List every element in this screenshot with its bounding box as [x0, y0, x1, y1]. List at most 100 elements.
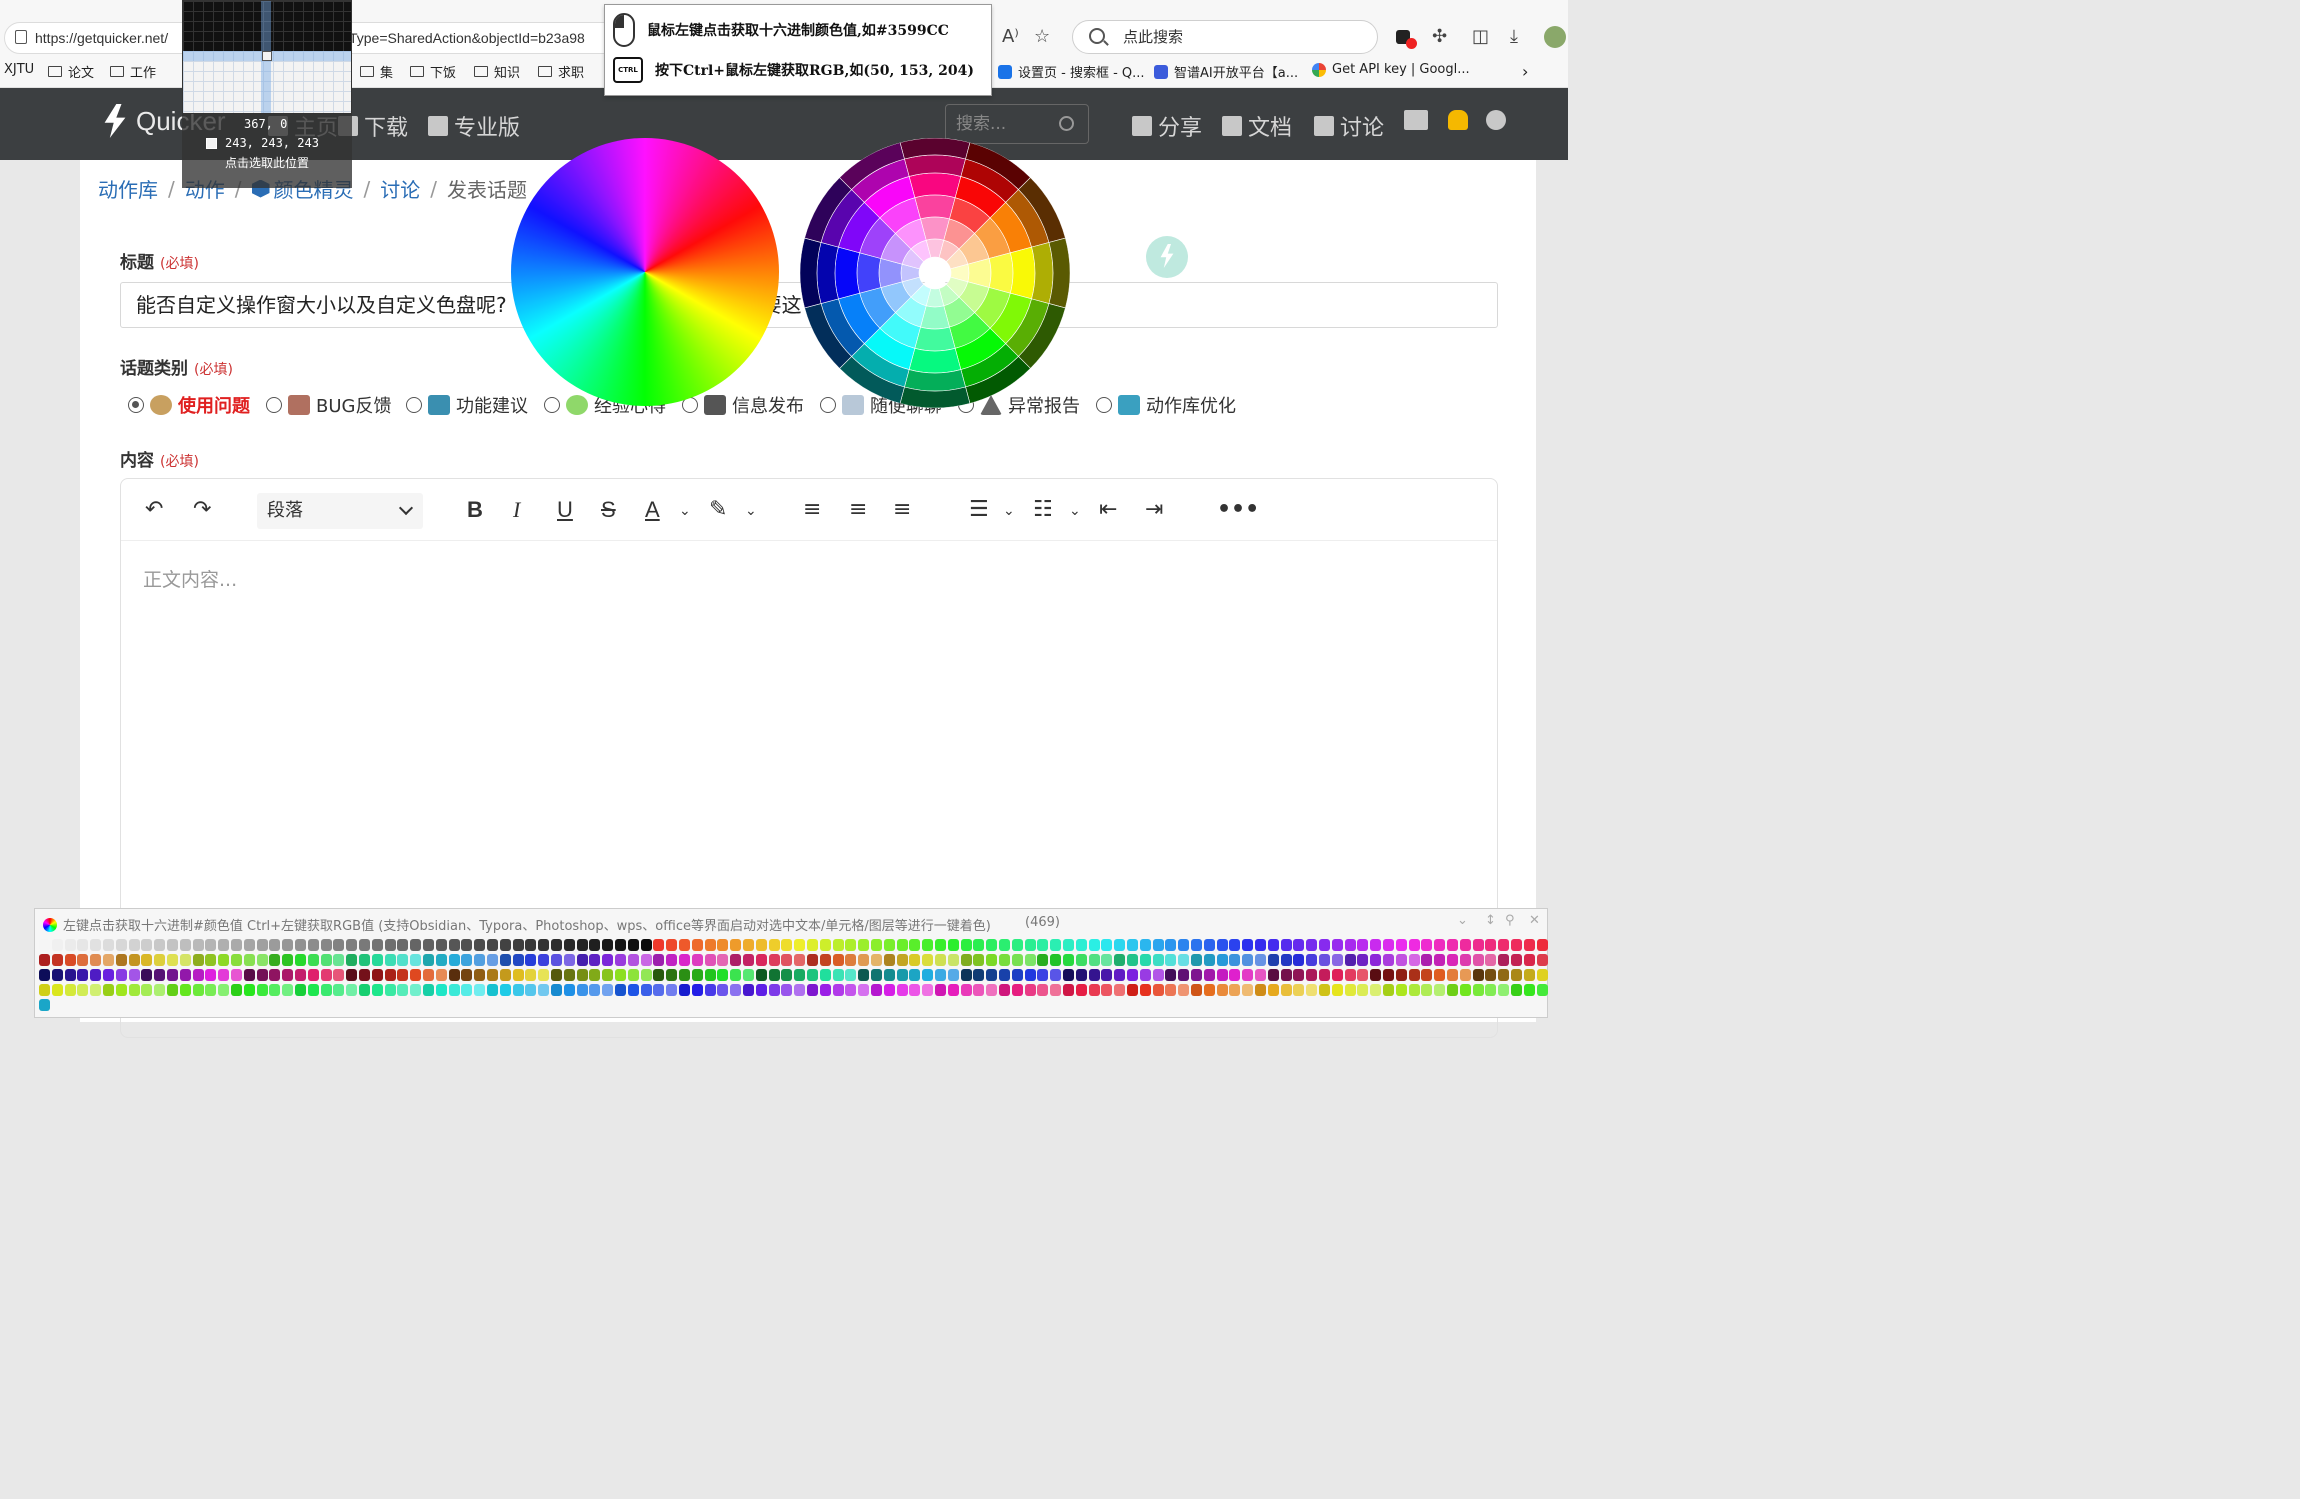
category-usage-question[interactable]: 使用问题: [128, 392, 250, 418]
palette-swatch[interactable]: [1344, 984, 1356, 996]
palette-swatch[interactable]: [269, 954, 281, 966]
palette-swatch[interactable]: [691, 969, 703, 981]
palette-swatch[interactable]: [371, 939, 383, 951]
palette-swatch[interactable]: [1498, 984, 1510, 996]
palette-swatch[interactable]: [90, 954, 102, 966]
palette-swatch[interactable]: [704, 954, 716, 966]
wheel-segment[interactable]: [914, 194, 956, 220]
palette-swatch[interactable]: [1101, 984, 1113, 996]
palette-swatch[interactable]: [346, 939, 358, 951]
palette-swatch[interactable]: [883, 954, 895, 966]
palette-swatch[interactable]: [1139, 954, 1151, 966]
palette-swatch[interactable]: [960, 939, 972, 951]
palette-swatch[interactable]: [154, 984, 166, 996]
palette-swatch[interactable]: [1242, 939, 1254, 951]
palette-swatch[interactable]: [730, 984, 742, 996]
palette-swatch[interactable]: [704, 939, 716, 951]
palette-swatch[interactable]: [1255, 954, 1266, 966]
palette-swatch[interactable]: [39, 984, 50, 996]
palette-swatch[interactable]: [1203, 984, 1215, 996]
bookmark-folder-papers[interactable]: 论文: [48, 62, 94, 81]
palette-swatch[interactable]: [167, 969, 178, 981]
palette-swatch[interactable]: [64, 939, 76, 951]
palette-swatch[interactable]: [371, 969, 383, 981]
palette-swatch[interactable]: [627, 954, 639, 966]
palette-swatch[interactable]: [1075, 969, 1087, 981]
palette-swatch[interactable]: [307, 969, 319, 981]
palette-swatch[interactable]: [1331, 984, 1343, 996]
palette-swatch[interactable]: [679, 984, 690, 996]
palette-swatch[interactable]: [435, 939, 447, 951]
palette-swatch[interactable]: [410, 954, 422, 966]
palette-swatch[interactable]: [871, 969, 882, 981]
palette-swatch[interactable]: [218, 969, 230, 981]
palette-swatch[interactable]: [832, 969, 844, 981]
bookmark-folder-jobs[interactable]: 求职: [538, 62, 584, 81]
bookmark-zhipu[interactable]: 智谱AI开放平台【a...: [1154, 62, 1298, 81]
palette-swatch[interactable]: [243, 939, 255, 951]
read-aloud-icon[interactable]: A⁾: [1002, 26, 1019, 47]
palette-swatch[interactable]: [1383, 954, 1394, 966]
palette-swatch[interactable]: [563, 954, 575, 966]
align-left-icon[interactable]: ≡: [803, 497, 821, 522]
palette-swatch[interactable]: [832, 984, 844, 996]
palette-swatch[interactable]: [704, 969, 716, 981]
palette-swatch[interactable]: [64, 969, 76, 981]
palette-swatch[interactable]: [410, 939, 422, 951]
palette-swatch[interactable]: [909, 954, 921, 966]
palette-swatch[interactable]: [1485, 969, 1497, 981]
palette-swatch[interactable]: [141, 954, 153, 966]
palette-swatch[interactable]: [1063, 954, 1074, 966]
palette-swatch[interactable]: [1152, 969, 1164, 981]
palette-swatch[interactable]: [1511, 939, 1522, 951]
wheel-segment[interactable]: [914, 326, 956, 352]
wheel-segment[interactable]: [816, 242, 839, 304]
palette-swatch[interactable]: [410, 969, 422, 981]
palette-swatch[interactable]: [397, 969, 409, 981]
palette-swatch[interactable]: [461, 939, 473, 951]
radio[interactable]: [406, 397, 422, 413]
palette-swatch[interactable]: [525, 984, 537, 996]
palette-swatch[interactable]: [1050, 969, 1062, 981]
palette-swatch[interactable]: [1127, 939, 1138, 951]
palette-swatch[interactable]: [730, 954, 742, 966]
palette-swatch[interactable]: [768, 984, 780, 996]
palette-swatch[interactable]: [1139, 939, 1151, 951]
radio[interactable]: [544, 397, 560, 413]
palette-swatch[interactable]: [346, 954, 358, 966]
palette-swatch[interactable]: [167, 954, 178, 966]
palette-swatch[interactable]: [231, 954, 242, 966]
palette-swatch[interactable]: [551, 969, 562, 981]
palette-swatch[interactable]: [1139, 969, 1151, 981]
palette-swatch[interactable]: [192, 969, 204, 981]
palette-swatch[interactable]: [896, 984, 908, 996]
palette-swatch[interactable]: [1395, 939, 1407, 951]
palette-swatch[interactable]: [1088, 954, 1100, 966]
palette-swatch[interactable]: [730, 939, 742, 951]
palette-swatch[interactable]: [1280, 939, 1292, 951]
palette-swatch[interactable]: [1370, 969, 1382, 981]
category-feature-suggestion[interactable]: 功能建议: [406, 392, 528, 418]
palette-swatch[interactable]: [1203, 939, 1215, 951]
palette-swatch[interactable]: [243, 969, 255, 981]
nav-docs[interactable]: 文档: [1222, 110, 1292, 142]
palette-swatch[interactable]: [666, 984, 678, 996]
chevron-down-icon[interactable]: ⌄: [1069, 503, 1081, 519]
palette-swatch[interactable]: [103, 969, 114, 981]
palette-swatch[interactable]: [1011, 939, 1023, 951]
palette-swatch[interactable]: [1319, 984, 1330, 996]
palette-swatch[interactable]: [807, 969, 818, 981]
palette-swatch[interactable]: [256, 939, 268, 951]
palette-swatch[interactable]: [1421, 969, 1433, 981]
palette-swatch[interactable]: [1178, 954, 1190, 966]
palette-swatch[interactable]: [51, 954, 63, 966]
palette-swatch[interactable]: [487, 954, 498, 966]
align-center-icon[interactable]: ≡: [849, 497, 867, 522]
palette-swatch[interactable]: [1485, 954, 1497, 966]
palette-swatch[interactable]: [1498, 954, 1510, 966]
palette-swatch[interactable]: [1114, 984, 1126, 996]
nav-discuss[interactable]: 讨论: [1314, 110, 1384, 142]
palette-swatch[interactable]: [128, 984, 140, 996]
palette-swatch[interactable]: [1383, 969, 1394, 981]
palette-swatch[interactable]: [883, 939, 895, 951]
